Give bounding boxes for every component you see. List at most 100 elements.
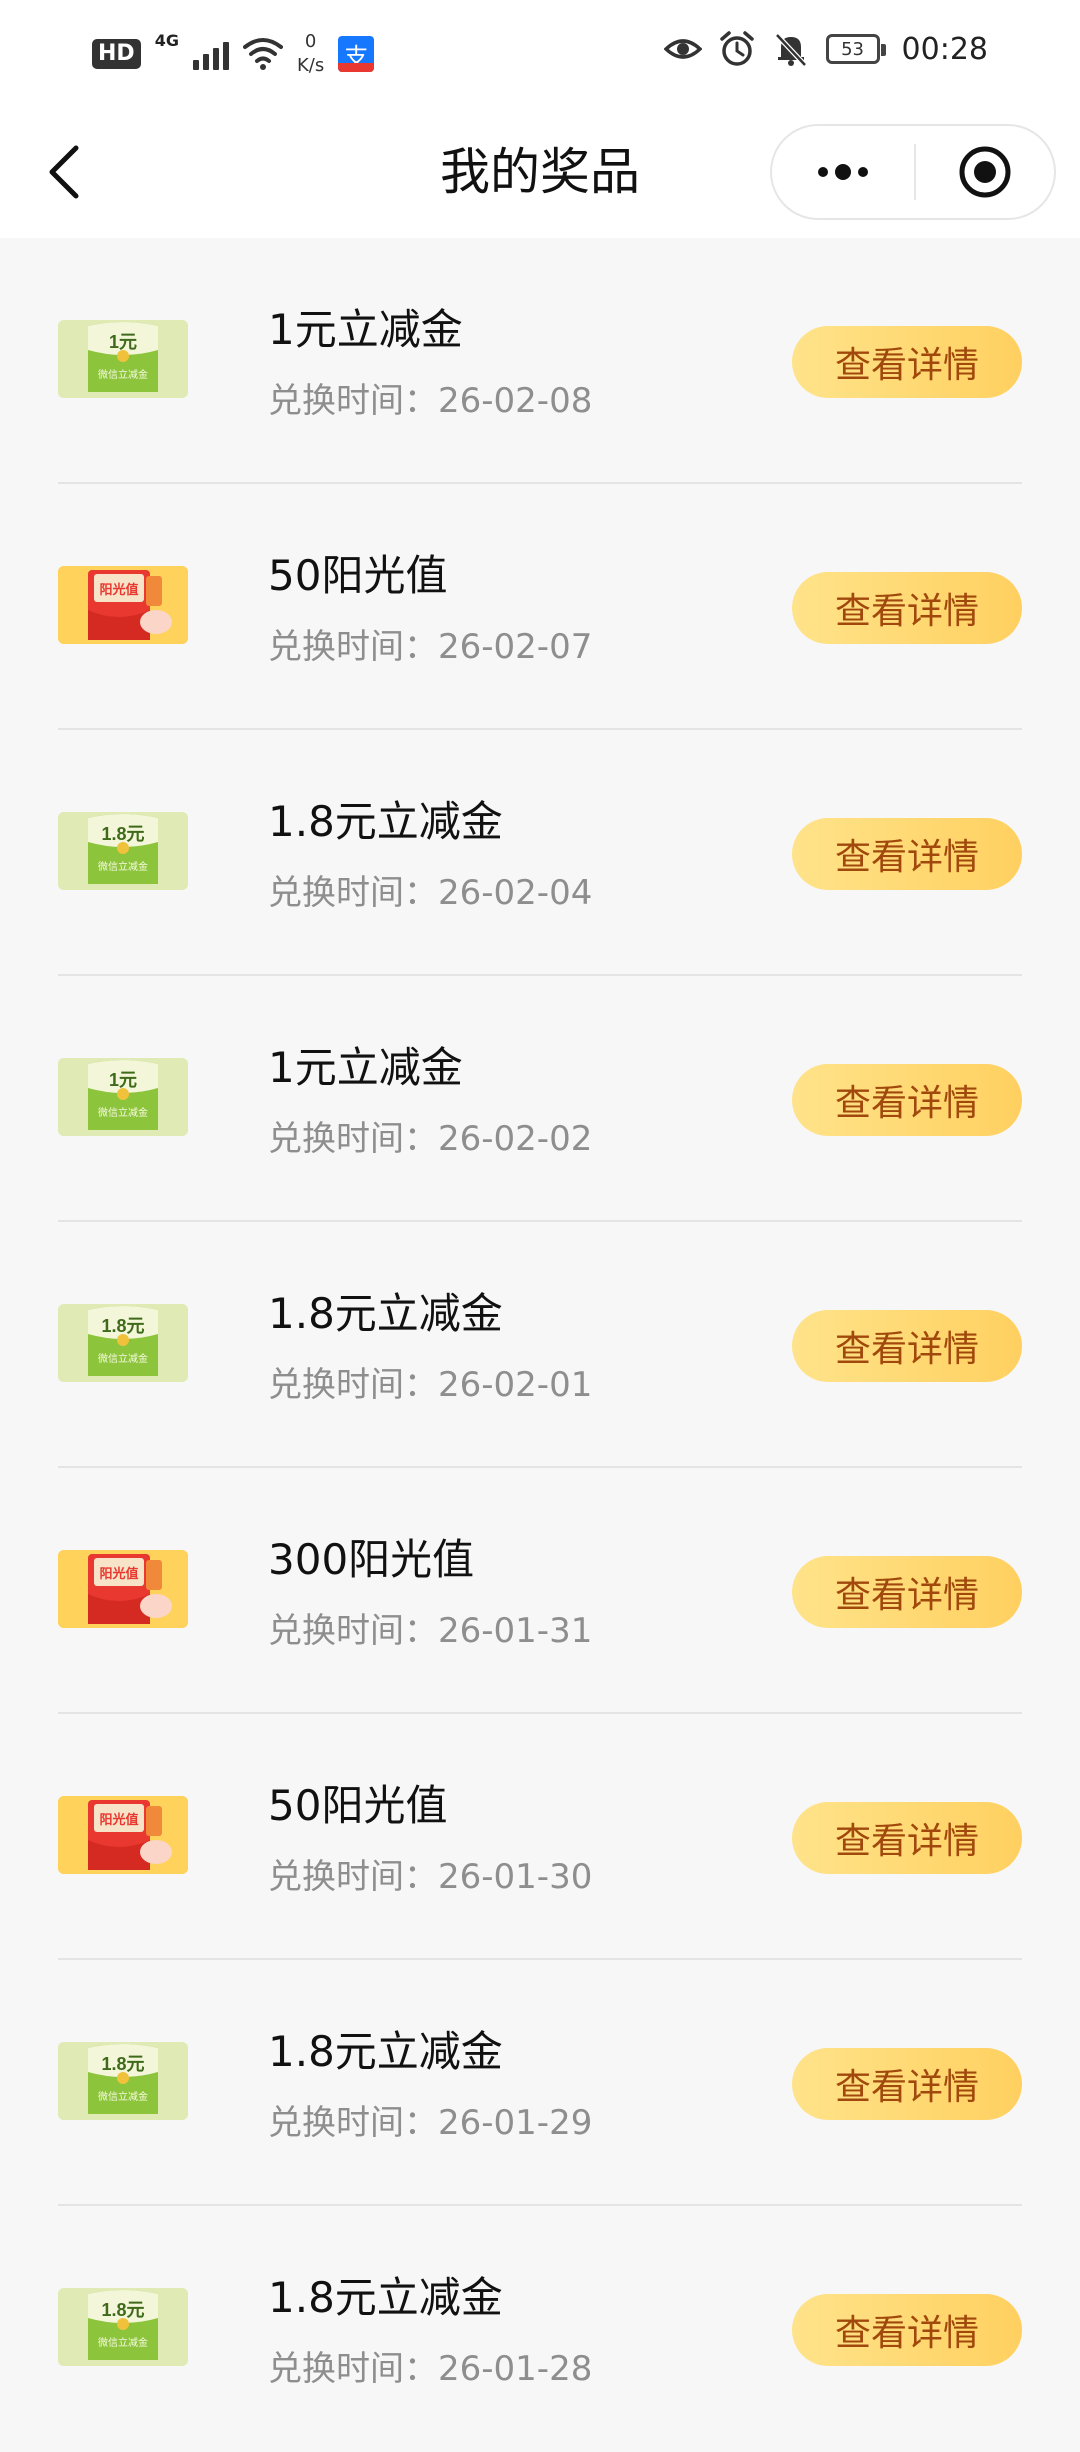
coupon-amount: 1.8元 <box>101 2300 144 2320</box>
exchange-time-value: 26-02-02 <box>438 1119 593 1159</box>
coupon-1-8yuan-icon: 1.8元 微信立减金 <box>58 2042 188 2120</box>
clock: 00:28 <box>901 31 988 67</box>
prize-name: 1.8元立减金 <box>268 2027 503 2076</box>
exchange-time: 兑换时间：26-01-31 <box>268 1608 592 1654</box>
prize-item: 阳光值 300阳光值兑换时间：26-01-31 查看详情 <box>58 1468 1022 1714</box>
view-details-button[interactable]: 查看详情 <box>792 572 1022 644</box>
view-details-button[interactable]: 查看详情 <box>792 1556 1022 1628</box>
coupon-1-8yuan-icon: 1.8元 微信立减金 <box>58 1304 188 1382</box>
coupon-caption: 微信立减金 <box>98 860 148 873</box>
exchange-time-value: 26-02-01 <box>438 1365 593 1405</box>
exchange-time: 兑换时间：26-01-29 <box>268 2100 592 2146</box>
exchange-time-label: 兑换时间： <box>268 381 438 421</box>
coupon-caption: 微信立减金 <box>98 368 148 381</box>
prize-name: 50阳光值 <box>268 1781 448 1830</box>
sunshine-envelope-icon: 阳光值 <box>58 1550 188 1628</box>
view-details-button[interactable]: 查看详情 <box>792 2048 1022 2120</box>
prize-item: 1.8元 微信立减金 1.8元立减金兑换时间：26-01-28 查看详情 <box>58 2206 1022 2452</box>
hd-icon: HD <box>92 39 141 69</box>
prize-item: 1.8元 微信立减金 1.8元立减金兑换时间：26-01-29 查看详情 <box>58 1960 1022 2206</box>
miniprogram-capsule <box>770 124 1056 220</box>
speed-value: 0 <box>304 31 317 52</box>
alarm-icon <box>719 31 754 66</box>
more-dots-icon <box>818 164 868 180</box>
prize-name: 300阳光值 <box>268 1535 475 1584</box>
sunshine-badge: 阳光值 <box>99 582 138 598</box>
more-button[interactable] <box>772 126 914 218</box>
wifi-icon <box>242 38 283 70</box>
coupon-1yuan-icon: 1元 微信立减金 <box>58 1058 188 1136</box>
exchange-time-label: 兑换时间： <box>268 2103 438 2143</box>
coupon-caption: 微信立减金 <box>98 1106 148 1119</box>
coupon-caption: 微信立减金 <box>98 1352 148 1365</box>
exchange-time: 兑换时间：26-02-02 <box>268 1116 592 1162</box>
prize-name: 1.8元立减金 <box>268 1289 503 1338</box>
exchange-time: 兑换时间：26-01-30 <box>268 1854 592 1900</box>
eye-icon <box>663 39 702 59</box>
exchange-time: 兑换时间：26-02-07 <box>268 624 592 670</box>
status-bar: HD 4G 0 K/s 支 53 00:28 <box>0 0 1080 110</box>
signal-icon <box>192 38 229 70</box>
coupon-caption: 微信立减金 <box>98 2090 148 2103</box>
view-details-button[interactable]: 查看详情 <box>792 1802 1022 1874</box>
exchange-time-value: 26-01-30 <box>438 1857 593 1897</box>
target-close-icon <box>959 146 1011 198</box>
coupon-amount: 1.8元 <box>101 824 144 844</box>
exchange-time-label: 兑换时间： <box>268 2349 438 2389</box>
coupon-amount: 1.8元 <box>101 2054 144 2074</box>
coupon-1yuan-icon: 1元 微信立减金 <box>58 320 188 398</box>
battery-icon: 53 <box>825 34 886 64</box>
exchange-time-label: 兑换时间： <box>268 1119 438 1159</box>
network-speed: 0 K/s <box>297 30 324 78</box>
view-details-button[interactable]: 查看详情 <box>792 326 1022 398</box>
exchange-time-label: 兑换时间： <box>268 1857 438 1897</box>
prize-item: 1元 微信立减金 1元立减金兑换时间：26-02-08 查看详情 <box>58 238 1022 484</box>
coupon-caption: 微信立减金 <box>98 2336 148 2349</box>
coupon-1-8yuan-icon: 1.8元 微信立减金 <box>58 812 188 890</box>
nav-bar: 我的奖品 <box>0 110 1080 238</box>
network-type: 4G <box>154 30 179 50</box>
exchange-time: 兑换时间：26-02-04 <box>268 870 592 916</box>
coupon-amount: 1元 <box>109 332 137 352</box>
prize-name: 1元立减金 <box>268 1043 463 1092</box>
exchange-time-label: 兑换时间： <box>268 1365 438 1405</box>
exchange-time: 兑换时间：26-02-01 <box>268 1362 592 1408</box>
exchange-time-value: 26-01-28 <box>438 2349 593 2389</box>
prize-list: 1元 微信立减金 1元立减金 兑换时间：26-02-08 查看详情 阳光值 50阳光… <box>0 238 1080 2452</box>
prize-name: 50阳光值 <box>268 551 448 600</box>
status-right: 53 00:28 <box>663 30 988 68</box>
prize-name: 1元立减金 <box>268 305 463 354</box>
exchange-time-label: 兑换时间： <box>268 1611 438 1651</box>
speed-unit: K/s <box>296 55 325 76</box>
exchange-time-value: 26-02-04 <box>438 873 593 913</box>
exchange-time-value: 26-01-29 <box>438 2103 593 2143</box>
exchange-time: 兑换时间：26-02-08 <box>268 378 592 424</box>
exchange-time: 兑换时间：26-01-28 <box>268 2346 592 2392</box>
prize-item: 阳光值 50阳光值兑换时间：26-02-07 查看详情 <box>58 484 1022 730</box>
prize-name: 1.8元立减金 <box>268 797 503 846</box>
exchange-time-value: 26-01-31 <box>438 1611 593 1651</box>
close-miniprogram-button[interactable] <box>916 126 1054 218</box>
prize-item: 阳光值 50阳光值兑换时间：26-01-30 查看详情 <box>58 1714 1022 1960</box>
view-details-button[interactable]: 查看详情 <box>792 818 1022 890</box>
prize-item: 1.8元 微信立减金 1.8元立减金兑换时间：26-02-04 查看详情 <box>58 730 1022 976</box>
coupon-amount: 1元 <box>109 1070 137 1090</box>
prize-name: 1.8元立减金 <box>268 2273 503 2322</box>
sunshine-envelope-icon: 阳光值 <box>58 1796 188 1874</box>
exchange-time-label: 兑换时间： <box>268 873 438 913</box>
view-details-button[interactable]: 查看详情 <box>792 2294 1022 2366</box>
prize-item: 1.8元 微信立减金 1.8元立减金兑换时间：26-02-01 查看详情 <box>58 1222 1022 1468</box>
exchange-time-value: 26-02-08 <box>438 381 593 421</box>
exchange-time-label: 兑换时间： <box>268 627 438 667</box>
view-details-button[interactable]: 查看详情 <box>792 1310 1022 1382</box>
coupon-1-8yuan-icon: 1.8元 微信立减金 <box>58 2288 188 2366</box>
status-left: HD 4G 0 K/s 支 <box>92 30 375 78</box>
alipay-icon: 支 <box>338 36 375 72</box>
sunshine-envelope-icon: 阳光值 <box>58 566 188 644</box>
sunshine-badge: 阳光值 <box>99 1566 138 1582</box>
sunshine-badge: 阳光值 <box>99 1812 138 1828</box>
coupon-amount: 1.8元 <box>101 1316 144 1336</box>
view-details-button[interactable]: 查看详情 <box>792 1064 1022 1136</box>
prize-item: 1元 微信立减金 1元立减金兑换时间：26-02-02 查看详情 <box>58 976 1022 1222</box>
exchange-time-value: 26-02-07 <box>438 627 593 667</box>
